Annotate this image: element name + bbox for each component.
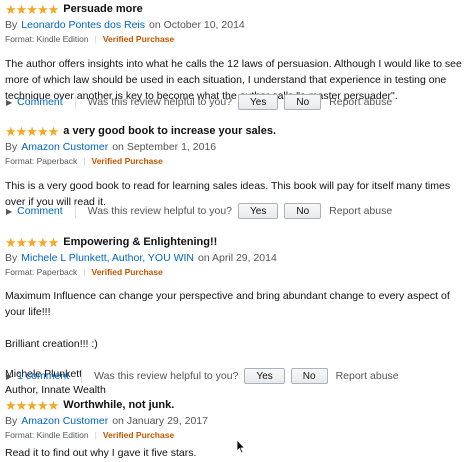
review-title-row: ★★★★★ Persuade more [5, 2, 468, 16]
helpful-no-button[interactable]: No [290, 368, 328, 384]
caret-right-icon: ▶ [6, 371, 13, 381]
star-rating[interactable]: ★★★★★ [5, 123, 59, 139]
helpful-prompt: Was this review helpful to you? [87, 205, 233, 217]
helpful-yes-button[interactable]: Yes [244, 368, 285, 384]
review-text: Maximum Influence can change your perspe… [5, 290, 450, 318]
review-date: on September 1, 2016 [112, 141, 217, 153]
review-byline: By Michele L Plunkett, Author, YOU WIN o… [5, 251, 468, 265]
report-abuse-link[interactable]: Report abuse [329, 205, 392, 217]
verified-purchase-badge: Verified Purchase [91, 267, 163, 277]
divider: | [83, 156, 86, 166]
report-abuse-link[interactable]: Report abuse [329, 96, 392, 108]
format-row: Format: Paperback | Verified Purchase [5, 155, 468, 167]
caret-right-icon: ▶ [6, 97, 13, 107]
review-title[interactable]: Empowering & Enlightening!! [63, 236, 217, 248]
review-title-row: ★★★★★ Empowering & Enlightening!! [5, 235, 468, 249]
review-byline: By Leonardo Pontes dos Reis on October 1… [5, 18, 468, 32]
review-actions: ▶ Comment Was this review helpful to you… [6, 94, 392, 110]
review-text: Author, Innate Wealth [5, 384, 106, 396]
divider: | [94, 34, 97, 44]
by-label: By [5, 252, 18, 264]
star-rating[interactable]: ★★★★★ [5, 234, 59, 250]
helpful-no-button[interactable]: No [284, 203, 322, 219]
review-title-row: ★★★★★ Worthwhile, not junk. [5, 398, 468, 412]
comment-link[interactable]: Comment [17, 205, 63, 217]
review-actions: ▶ Comment Was this review helpful to you… [6, 203, 392, 219]
review-actions: ▶ 1 comment Was this review helpful to y… [6, 368, 399, 384]
star-icon: ★★★★★ [5, 1, 59, 17]
author-link[interactable]: Michele L Plunkett, Author, YOU WIN [21, 252, 194, 264]
star-icon: ★★★★★ [5, 123, 59, 139]
caret-right-icon: ▶ [6, 206, 13, 216]
helpful-prompt: Was this review helpful to you? [94, 370, 239, 382]
format-row: Format: Paperback | Verified Purchase [5, 266, 468, 278]
mouse-pointer-icon [236, 439, 246, 454]
review: ★★★★★ a very good book to increase your … [5, 124, 468, 210]
helpful-no-button[interactable]: No [284, 94, 322, 110]
verified-purchase-badge: Verified Purchase [91, 156, 163, 166]
author-link[interactable]: Leonardo Pontes dos Reis [21, 19, 145, 31]
comment-link[interactable]: Comment [17, 96, 63, 108]
star-icon: ★★★★★ [5, 234, 59, 250]
divider [74, 204, 76, 218]
review-title-row: ★★★★★ a very good book to increase your … [5, 124, 468, 138]
review-date: on April 29, 2014 [198, 252, 277, 264]
divider [74, 95, 76, 109]
divider [81, 369, 83, 383]
divider: | [94, 430, 97, 440]
verified-purchase-badge: Verified Purchase [102, 430, 175, 440]
by-label: By [5, 415, 18, 427]
review-title[interactable]: Worthwhile, not junk. [63, 399, 174, 411]
verified-purchase-badge: Verified Purchase [102, 34, 175, 44]
helpful-yes-button[interactable]: Yes [238, 203, 279, 219]
by-label: By [5, 141, 18, 153]
author-link[interactable]: Amazon Customer [21, 141, 108, 153]
star-icon: ★★★★★ [5, 397, 59, 413]
helpful-yes-button[interactable]: Yes [238, 94, 279, 110]
review-byline: By Amazon Customer on September 1, 2016 [5, 140, 468, 154]
review-date: on October 10, 2014 [149, 19, 245, 31]
review-title[interactable]: Persuade more [63, 3, 142, 15]
review-title[interactable]: a very good book to increase your sales. [63, 125, 276, 137]
format-row: Format: Kindle Edition | Verified Purcha… [5, 33, 468, 45]
review: ★★★★★ Persuade more By Leonardo Pontes d… [5, 2, 468, 104]
review-byline: By Amazon Customer on January 29, 2017 [5, 414, 468, 428]
format-label: Format: Paperback [5, 267, 78, 277]
format-label: Format: Kindle Edition [5, 34, 89, 44]
format-label: Format: Kindle Edition [5, 430, 89, 440]
review-text: Brilliant creation!!! :) [5, 338, 98, 350]
star-rating[interactable]: ★★★★★ [5, 397, 59, 413]
divider: | [83, 267, 86, 277]
star-rating[interactable]: ★★★★★ [5, 1, 59, 17]
author-link[interactable]: Amazon Customer [21, 415, 108, 427]
review-date: on January 29, 2017 [112, 415, 208, 427]
helpful-prompt: Was this review helpful to you? [87, 96, 233, 108]
comment-link[interactable]: 1 comment [17, 370, 69, 382]
format-label: Format: Paperback [5, 156, 78, 166]
by-label: By [5, 19, 18, 31]
report-abuse-link[interactable]: Report abuse [336, 370, 399, 382]
